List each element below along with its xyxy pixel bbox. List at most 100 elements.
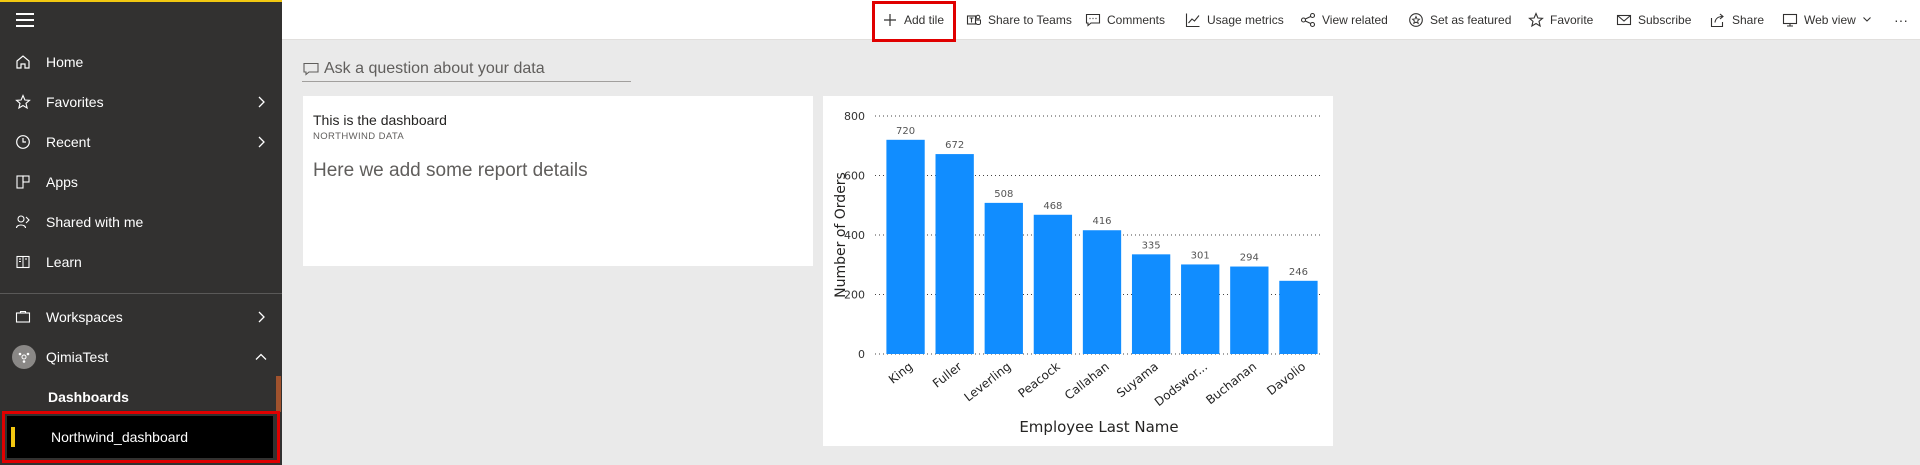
nav-item-label: QimiaTest — [46, 349, 109, 365]
web-view-dropdown[interactable]: Web view — [1782, 0, 1872, 40]
apps-icon — [15, 174, 31, 190]
highlight-box-active-dashboard: Northwind_dashboard — [2, 411, 280, 463]
nav-item-label: Favorites — [46, 94, 104, 110]
favorite-label: Favorite — [1550, 13, 1594, 27]
chevron-right-icon[interactable] — [254, 310, 268, 324]
bar — [1033, 214, 1073, 354]
subscribe-button[interactable]: Subscribe — [1616, 0, 1691, 40]
bar — [984, 202, 1023, 354]
subscribe-label: Subscribe — [1638, 13, 1692, 27]
x-tick-label: Dodswor... — [1152, 359, 1210, 409]
usage-metrics-button[interactable]: Usage metrics — [1185, 0, 1284, 40]
data-label: 508 — [994, 189, 1013, 200]
comment-icon — [303, 62, 319, 76]
featured-icon — [1408, 12, 1424, 28]
data-label: 246 — [1289, 267, 1308, 278]
nav-item-favorites[interactable]: Favorites — [0, 82, 282, 122]
favorite-button[interactable]: Favorite — [1528, 0, 1593, 40]
action-bar: Add tile Share to Teams Comments Usage m… — [282, 0, 1920, 40]
nav-divider — [0, 293, 282, 294]
monitor-icon — [1782, 12, 1798, 28]
star-icon — [15, 94, 31, 110]
data-label: 301 — [1191, 250, 1210, 261]
teams-icon — [966, 12, 982, 28]
x-tick-label: Peacock — [1015, 359, 1062, 400]
related-icon — [1300, 12, 1316, 28]
nav-item-apps[interactable]: Apps — [0, 162, 282, 202]
book-icon — [15, 254, 31, 270]
chevron-up-icon[interactable] — [254, 350, 268, 364]
share-label: Share — [1732, 13, 1765, 27]
tile-subtitle: NORTHWIND DATA — [313, 131, 405, 142]
highlight-box-add-tile — [872, 1, 956, 42]
data-label: 335 — [1142, 240, 1161, 251]
set-as-featured-button[interactable]: Set as featured — [1408, 0, 1511, 40]
workspaces-icon — [15, 309, 31, 325]
x-tick-label: King — [886, 359, 915, 386]
y-axis-title: Number of Orders — [833, 172, 849, 298]
qa-placeholder: Ask a question about your data — [324, 59, 545, 77]
data-label: 294 — [1240, 253, 1259, 264]
x-axis-title: Employee Last Name — [1019, 418, 1178, 436]
nav-item-qimiatest-workspace[interactable]: QimiaTest — [0, 337, 282, 377]
mail-icon — [1616, 12, 1632, 28]
set-as-featured-label: Set as featured — [1430, 13, 1512, 27]
nav-item-label: Recent — [46, 134, 91, 150]
data-label: 468 — [1043, 201, 1062, 212]
nav-item-label: Home — [46, 54, 84, 70]
chevron-right-icon[interactable] — [254, 135, 268, 149]
x-tick-label: Leverling — [962, 359, 1014, 404]
nav-item-label: Apps — [46, 174, 78, 190]
comment-icon — [1085, 12, 1101, 28]
hamburger-menu-icon[interactable] — [16, 13, 34, 31]
data-label: 720 — [896, 126, 915, 137]
x-tick-label: Buchanan — [1203, 359, 1259, 407]
web-view-label: Web view — [1804, 13, 1856, 27]
comments-button[interactable]: Comments — [1085, 0, 1165, 40]
tile-title: This is the dashboard — [313, 112, 447, 128]
data-label: 416 — [1092, 216, 1111, 227]
y-tick-label: 0 — [858, 348, 865, 361]
workspace-avatar-icon — [12, 345, 36, 369]
share-icon — [1710, 12, 1726, 28]
chart-tile[interactable]: 0 200 400 600 800 720 King 672 Fuller 508 Leverlin… — [823, 96, 1333, 446]
y-tick-label: 800 — [844, 110, 865, 123]
nav-item-recent[interactable]: Recent — [0, 122, 282, 162]
nav-item-northwind-dashboard[interactable]: Northwind_dashboard — [7, 416, 273, 458]
comments-label: Comments — [1107, 13, 1166, 27]
bar — [1230, 266, 1269, 354]
left-nav-pane: Home Favorites Recent Apps Shared with m… — [0, 0, 282, 465]
share-to-teams-button[interactable]: Share to Teams — [966, 0, 1072, 40]
clock-icon — [15, 134, 31, 150]
home-icon — [15, 54, 31, 70]
share-button[interactable]: Share — [1710, 0, 1764, 40]
active-indicator — [11, 427, 15, 447]
text-tile[interactable]: This is the dashboard NORTHWIND DATA Her… — [303, 96, 813, 266]
nav-item-learn[interactable]: Learn — [0, 242, 282, 282]
bar — [1131, 254, 1171, 354]
nav-item-workspaces[interactable]: Workspaces — [0, 297, 282, 337]
more-options-button[interactable]: ··· — [1894, 0, 1908, 40]
x-tick-label: Callahan — [1062, 359, 1112, 402]
nav-item-shared-with-me[interactable]: Shared with me — [0, 202, 282, 242]
qa-search-input[interactable]: Ask a question about your data — [302, 56, 631, 82]
nav-item-label: Northwind_dashboard — [51, 429, 188, 445]
view-related-button[interactable]: View related — [1300, 0, 1388, 40]
nav-item-label: Shared with me — [46, 214, 144, 230]
chevron-right-icon[interactable] — [254, 95, 268, 109]
share-to-teams-label: Share to Teams — [988, 13, 1072, 27]
line-chart-icon — [1185, 12, 1201, 28]
star-icon — [1528, 12, 1544, 28]
view-related-label: View related — [1322, 13, 1388, 27]
chevron-down-icon — [1862, 13, 1872, 27]
bar — [1082, 230, 1122, 354]
bar — [1181, 264, 1220, 354]
x-tick-label: Davolio — [1264, 359, 1308, 398]
x-tick-label: Fuller — [930, 359, 965, 390]
nav-item-label: Workspaces — [46, 309, 123, 325]
bar — [886, 139, 925, 354]
bar — [1279, 280, 1318, 354]
sidebar-scrollbar-thumb[interactable] — [276, 376, 281, 412]
nav-item-home[interactable]: Home — [0, 42, 282, 82]
tile-body-text: Here we add some report details — [313, 160, 588, 181]
